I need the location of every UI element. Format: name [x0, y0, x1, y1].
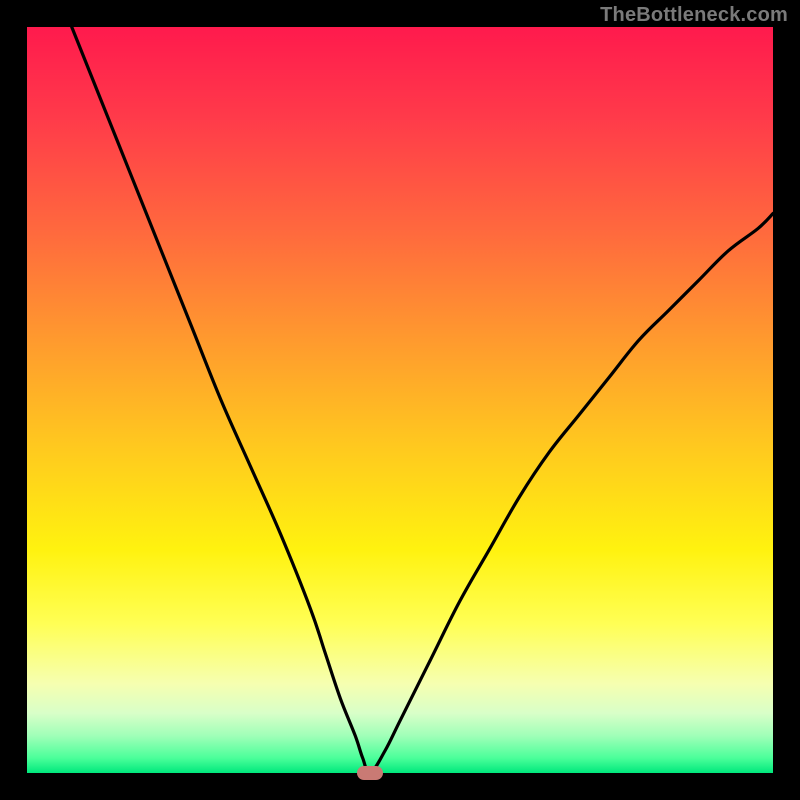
bottleneck-curve	[72, 27, 773, 773]
plot-area	[27, 27, 773, 773]
chart-frame: TheBottleneck.com	[0, 0, 800, 800]
curve-svg	[27, 27, 773, 773]
watermark-text: TheBottleneck.com	[600, 4, 788, 27]
optimal-marker	[357, 766, 383, 780]
